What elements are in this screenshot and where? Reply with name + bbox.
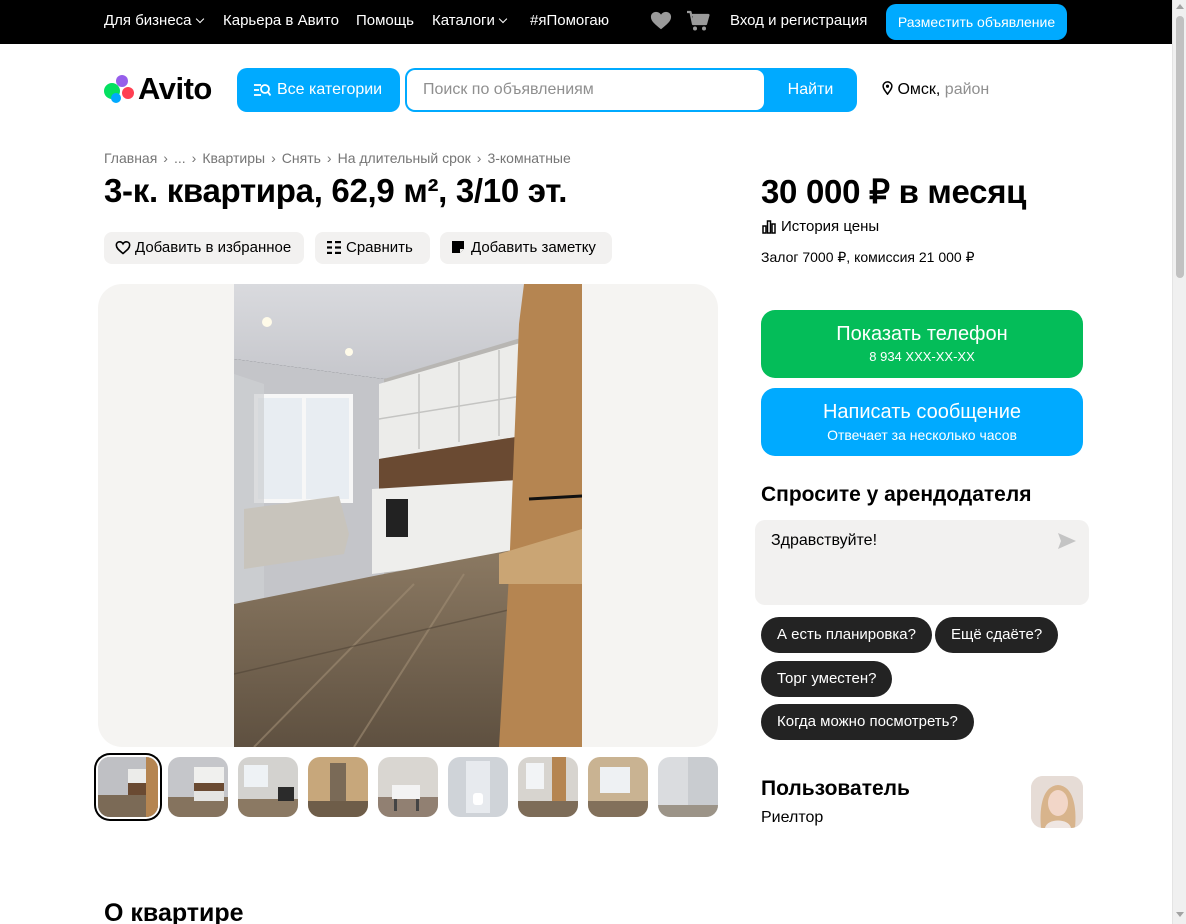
thumbnail-7[interactable] xyxy=(518,757,578,817)
breadcrumb-separator: › xyxy=(476,150,482,166)
main-photo[interactable] xyxy=(234,284,582,747)
compare-label: Сравнить xyxy=(346,239,413,256)
seller-name[interactable]: Пользователь xyxy=(761,777,910,801)
show-phone-button[interactable]: Показать телефон 8 934 XXX-XX-XX xyxy=(761,310,1083,378)
masked-phone: 8 934 XXX-XX-XX xyxy=(869,349,975,364)
breadcrumb-separator: › xyxy=(271,150,276,166)
write-message-button[interactable]: Написать сообщение Отвечает за несколько… xyxy=(761,388,1083,456)
city-label: Омск, xyxy=(897,81,941,98)
apartment-photo-image xyxy=(234,284,582,747)
thumbnail-1[interactable] xyxy=(98,757,158,817)
business-menu-label: Для бизнеса xyxy=(104,12,192,29)
quick-question-chip[interactable]: Торг уместен? xyxy=(761,661,893,697)
page-scrollbar[interactable] xyxy=(1172,0,1186,924)
price-history-link[interactable]: История цены xyxy=(761,218,879,235)
heart-outline-icon xyxy=(115,241,131,255)
breadcrumb: Главная ›... › Квартиры › Снять › На длительный… xyxy=(104,150,571,166)
breadcrumb-item[interactable]: Квартиры xyxy=(202,150,265,166)
price: 30 000 ₽ в месяц xyxy=(761,173,1027,210)
business-menu[interactable]: Для бизнеса xyxy=(104,12,204,29)
note-icon xyxy=(452,241,464,253)
thumbnail-image xyxy=(308,757,368,817)
breadcrumb-separator: › xyxy=(163,150,168,166)
location-selector[interactable]: Омск, район xyxy=(882,80,989,99)
thumbnail-image xyxy=(98,757,158,817)
add-favorite-label: Добавить в избранное xyxy=(135,239,292,256)
quick-question-chip[interactable]: Ещё сдаёте? xyxy=(935,617,1059,653)
page-title: 3-к. квартира, 62,9 м², 3/10 эт. xyxy=(104,172,568,209)
thumbnail-image xyxy=(168,757,228,817)
location-pin-icon xyxy=(882,81,893,96)
avito-logo[interactable]: Avito xyxy=(104,71,212,106)
all-categories-button[interactable]: Все категории xyxy=(237,68,400,112)
district-label: район xyxy=(944,81,990,98)
thumbnail-2[interactable] xyxy=(168,757,228,817)
compare-icon xyxy=(327,241,341,254)
price-history-label: История цены xyxy=(781,218,880,235)
thumbnail-8[interactable] xyxy=(588,757,648,817)
top-navigation-bar: Для бизнеса Карьера в Авито Помощь Катал… xyxy=(0,0,1172,44)
thumbnail-5[interactable] xyxy=(378,757,438,817)
quick-question-chip[interactable]: А есть планировка? xyxy=(761,617,932,653)
thumbnail-image xyxy=(378,757,438,817)
thumbnail-image xyxy=(658,757,718,817)
message-text: Здравствуйте! xyxy=(771,532,878,549)
breadcrumb-item[interactable]: Снять xyxy=(282,150,321,166)
breadcrumb-item[interactable]: Главная xyxy=(104,150,157,166)
all-categories-label: Все категории xyxy=(277,81,383,98)
breadcrumb-separator: › xyxy=(326,150,332,166)
heart-icon[interactable] xyxy=(650,10,672,32)
scroll-down-icon[interactable] xyxy=(1176,912,1184,917)
response-time: Отвечает за несколько часов xyxy=(827,427,1017,443)
avatar-image xyxy=(1031,776,1083,828)
deposit-info: Залог 7000 ₽, комиссия 21 000 ₽ xyxy=(761,249,975,265)
chevron-down-icon xyxy=(195,14,204,24)
breadcrumb-separator: › xyxy=(191,150,197,166)
cart-icon[interactable] xyxy=(686,10,710,32)
compare-button[interactable]: Сравнить xyxy=(315,232,430,264)
help-link[interactable]: Помощь xyxy=(356,12,414,29)
login-link[interactable]: Вход и регистрация xyxy=(730,12,867,29)
breadcrumb-item[interactable]: На длительный срок xyxy=(338,150,471,166)
quick-question-chip[interactable]: Когда можно посмотреть? xyxy=(761,704,974,740)
catalogs-menu[interactable]: Каталоги xyxy=(432,12,508,29)
search-catalog-icon xyxy=(254,84,271,97)
send-icon[interactable] xyxy=(1057,532,1077,550)
thumbnail-9[interactable] xyxy=(658,757,718,817)
thumbnail-image xyxy=(518,757,578,817)
show-phone-label: Показать телефон xyxy=(836,323,1008,345)
scroll-up-icon[interactable] xyxy=(1176,4,1184,9)
ask-landlord-title: Спросите у арендодателя xyxy=(761,483,1032,506)
thumbnail-image xyxy=(238,757,298,817)
chart-icon xyxy=(762,220,776,234)
thumbnail-6[interactable] xyxy=(448,757,508,817)
add-note-label: Добавить заметку xyxy=(471,239,596,256)
career-link[interactable]: Карьера в Авито xyxy=(223,12,339,29)
scrollbar-thumb[interactable] xyxy=(1176,16,1184,278)
seller-role: Риелтор xyxy=(761,809,824,826)
logo-dots-icon xyxy=(104,73,136,105)
message-textarea[interactable]: Здравствуйте! xyxy=(755,520,1089,605)
thumbnail-image xyxy=(588,757,648,817)
post-ad-button[interactable]: Разместить объявление xyxy=(886,4,1067,40)
about-apartment-heading: О квартире xyxy=(104,899,244,924)
search-button[interactable]: Найти xyxy=(764,68,857,112)
avatar[interactable] xyxy=(1031,776,1083,828)
add-favorite-button[interactable]: Добавить в избранное xyxy=(104,232,304,264)
search-bar: Найти xyxy=(405,68,857,112)
logo-text: Avito xyxy=(138,71,212,106)
catalogs-menu-label: Каталоги xyxy=(432,12,495,29)
add-note-button[interactable]: Добавить заметку xyxy=(440,232,612,264)
breadcrumb-item[interactable]: 3-комнатные xyxy=(487,150,570,166)
thumbnail-3[interactable] xyxy=(238,757,298,817)
thumbnail-image xyxy=(448,757,508,817)
search-input[interactable] xyxy=(407,70,764,110)
write-message-label: Написать сообщение xyxy=(822,401,1021,423)
thumbnail-4[interactable] xyxy=(308,757,368,817)
photo-gallery[interactable] xyxy=(98,284,718,747)
breadcrumb-item[interactable]: ... xyxy=(174,150,186,166)
ihelp-link[interactable]: #яПомогаю xyxy=(530,12,609,29)
chevron-down-icon xyxy=(498,14,508,24)
